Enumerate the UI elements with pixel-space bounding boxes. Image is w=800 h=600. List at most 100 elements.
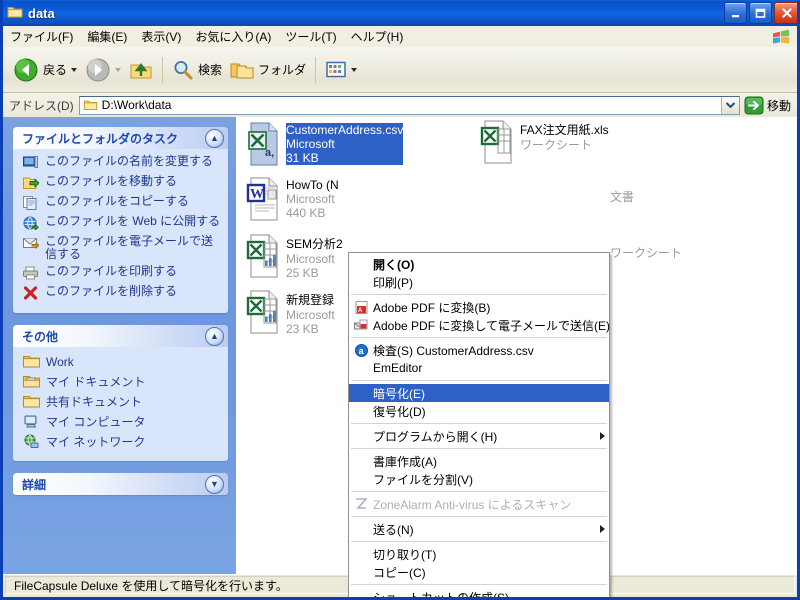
excel-csv-icon: a, bbox=[242, 122, 284, 166]
list-item-type: Microsoft bbox=[286, 308, 335, 322]
details-panel-header[interactable]: 詳細 ▼ bbox=[13, 473, 228, 495]
ctx-create-archive[interactable]: 書庫作成(A) bbox=[349, 452, 609, 470]
search-button[interactable]: 検索 bbox=[168, 51, 226, 89]
menu-bar: ファイル(F) 編集(E) 表示(V) お気に入り(A) ツール(T) ヘルプ(… bbox=[3, 26, 797, 48]
chevron-down-icon[interactable]: ▼ bbox=[205, 474, 224, 494]
list-item-meta: ワークシート bbox=[610, 245, 682, 260]
ctx-convert-pdf[interactable]: A Adobe PDF に変換(B) bbox=[349, 298, 609, 316]
back-dropdown-icon[interactable] bbox=[71, 67, 78, 72]
menu-favorites[interactable]: お気に入り(A) bbox=[188, 26, 278, 47]
address-bar: アドレス(D) D:\Work\data 移動 bbox=[3, 93, 797, 118]
list-item-name: SEM分析2 bbox=[286, 237, 343, 251]
menu-tools[interactable]: ツール(T) bbox=[278, 26, 343, 47]
tasks-panel-header[interactable]: ファイルとフォルダのタスク ▲ bbox=[13, 127, 228, 149]
address-dropdown-button[interactable] bbox=[720, 96, 739, 114]
toolbar: 戻る 検索 フォルダ bbox=[3, 47, 797, 93]
ctx-separator bbox=[351, 491, 607, 492]
address-input[interactable]: D:\Work\data bbox=[78, 95, 740, 115]
list-item[interactable]: W HowTo (N Microsoft 440 KB bbox=[242, 177, 339, 221]
ctx-label: Adobe PDF に変換して電子メールで送信(E) bbox=[373, 318, 611, 333]
my-documents-icon bbox=[22, 373, 40, 390]
ctx-separator bbox=[351, 584, 607, 585]
ctx-label: 送る(N) bbox=[373, 522, 414, 537]
sidebar-task-delete[interactable]: このファイルを削除する bbox=[22, 285, 222, 301]
sidebar-task-move[interactable]: このファイルを移動する bbox=[22, 175, 222, 191]
other-panel-body: Work マイ ドキュメント 共有ドキュメント マイ コンピュータ マイ ネット… bbox=[13, 347, 228, 461]
up-button[interactable] bbox=[125, 51, 157, 89]
ctx-create-shortcut[interactable]: ショートカットの作成(S) bbox=[349, 588, 609, 598]
ctx-cut[interactable]: 切り取り(T) bbox=[349, 545, 609, 563]
menu-edit[interactable]: 編集(E) bbox=[80, 26, 134, 47]
sidebar-place-my-network[interactable]: マイ ネットワーク bbox=[22, 433, 222, 450]
go-button[interactable]: 移動 bbox=[742, 96, 797, 115]
submenu-arrow-icon bbox=[600, 525, 605, 533]
context-menu[interactable]: 開く(O) 印刷(P) A Adobe PDF に変換(B) Adobe PDF… bbox=[348, 252, 611, 598]
ctx-scan-file[interactable]: a 検査(S) CustomerAddress.csv bbox=[349, 341, 609, 359]
search-label: 検索 bbox=[198, 63, 223, 77]
ctx-convert-pdf-email[interactable]: Adobe PDF に変換して電子メールで送信(E) bbox=[349, 316, 611, 334]
copy-icon bbox=[22, 195, 40, 211]
ctx-emeditor[interactable]: EmEditor bbox=[349, 359, 609, 377]
list-item[interactable]: 文書 bbox=[610, 189, 634, 204]
list-item[interactable]: SEM分析2 Microsoft 25 KB bbox=[242, 234, 343, 280]
other-panel-title: その他 bbox=[22, 329, 59, 344]
ctx-label: プログラムから開く(H) bbox=[373, 429, 498, 444]
maximize-button[interactable] bbox=[749, 2, 772, 24]
list-item-type: Microsoft bbox=[286, 137, 404, 151]
menu-help[interactable]: ヘルプ(H) bbox=[344, 26, 411, 47]
menu-view[interactable]: 表示(V) bbox=[134, 26, 188, 47]
close-button[interactable] bbox=[774, 2, 797, 24]
forward-dropdown-icon[interactable] bbox=[115, 67, 122, 72]
publish-web-icon bbox=[22, 215, 40, 231]
explorer-window: data ファイル(F) 編集(E) 表示(V) お気に入り(A) ツール(T)… bbox=[0, 0, 800, 600]
list-item-name: HowTo (N bbox=[286, 178, 339, 192]
sidebar-place-my-documents[interactable]: マイ ドキュメント bbox=[22, 373, 222, 390]
ctx-split-file[interactable]: ファイルを分割(V) bbox=[349, 470, 609, 488]
menu-file[interactable]: ファイル(F) bbox=[3, 26, 80, 47]
sidebar-task-copy[interactable]: このファイルをコピーする bbox=[22, 195, 222, 211]
list-item[interactable]: FAX注文用紙.xls ワークシート bbox=[476, 120, 609, 164]
chevron-up-icon[interactable]: ▲ bbox=[205, 326, 224, 346]
ctx-send-to[interactable]: 送る(N) bbox=[349, 520, 609, 538]
ctx-encrypt[interactable]: 暗号化(E) bbox=[349, 384, 609, 402]
list-item-type: 文書 bbox=[610, 190, 635, 204]
chevron-up-icon[interactable]: ▲ bbox=[205, 128, 224, 148]
ctx-decrypt[interactable]: 復号化(D) bbox=[349, 402, 609, 420]
sidebar-place-work[interactable]: Work bbox=[22, 353, 222, 370]
ctx-separator bbox=[351, 337, 607, 338]
list-item[interactable]: a, CustomerAddress.csv Microsoft 31 KB bbox=[242, 122, 404, 166]
views-button[interactable] bbox=[321, 51, 361, 89]
address-label: アドレス(D) bbox=[9, 98, 74, 113]
ctx-open-with[interactable]: プログラムから開く(H) bbox=[349, 427, 609, 445]
excel-sheet-icon bbox=[476, 120, 518, 164]
ctx-print[interactable]: 印刷(P) bbox=[349, 273, 609, 291]
sidebar-task-email[interactable]: このファイルを電子メールで送信する bbox=[22, 235, 222, 261]
zonealarm-icon bbox=[352, 498, 370, 510]
tasks-panel-title: ファイルとフォルダのタスク bbox=[22, 131, 179, 146]
sidebar-place-my-computer[interactable]: マイ コンピュータ bbox=[22, 413, 222, 430]
other-panel-header[interactable]: その他 ▲ bbox=[13, 325, 228, 347]
ctx-label: 切り取り(T) bbox=[373, 547, 437, 562]
ctx-copy[interactable]: コピー(C) bbox=[349, 563, 609, 581]
sidebar-place-shared-documents[interactable]: 共有ドキュメント bbox=[22, 393, 222, 410]
sidebar-task-publish-web[interactable]: このファイルを Web に公開する bbox=[22, 215, 222, 231]
ctx-label: EmEditor bbox=[373, 361, 423, 375]
minimize-button[interactable] bbox=[724, 2, 747, 24]
list-item-size: 31 KB bbox=[286, 151, 404, 165]
folder-icon bbox=[22, 353, 40, 370]
ctx-separator bbox=[351, 516, 607, 517]
list-item[interactable]: ワークシート bbox=[610, 245, 682, 260]
ctx-label: 書庫作成(A) bbox=[373, 454, 437, 469]
sidebar-task-label: このファイルを Web に公開する bbox=[45, 214, 221, 228]
folders-button[interactable]: フォルダ bbox=[226, 51, 310, 89]
windows-flag-icon bbox=[771, 29, 791, 45]
ctx-open[interactable]: 開く(O) bbox=[349, 255, 609, 273]
forward-button[interactable] bbox=[81, 51, 125, 89]
sidebar-task-print[interactable]: このファイルを印刷する bbox=[22, 265, 222, 281]
list-item[interactable]: 新規登録 Microsoft 23 KB bbox=[242, 290, 335, 336]
title-bar: data bbox=[3, 0, 797, 26]
back-button[interactable]: 戻る bbox=[9, 51, 81, 89]
views-dropdown-icon[interactable] bbox=[351, 67, 358, 72]
list-item-size: 23 KB bbox=[286, 322, 319, 336]
sidebar-task-rename[interactable]: このファイルの名前を変更する bbox=[22, 155, 222, 171]
